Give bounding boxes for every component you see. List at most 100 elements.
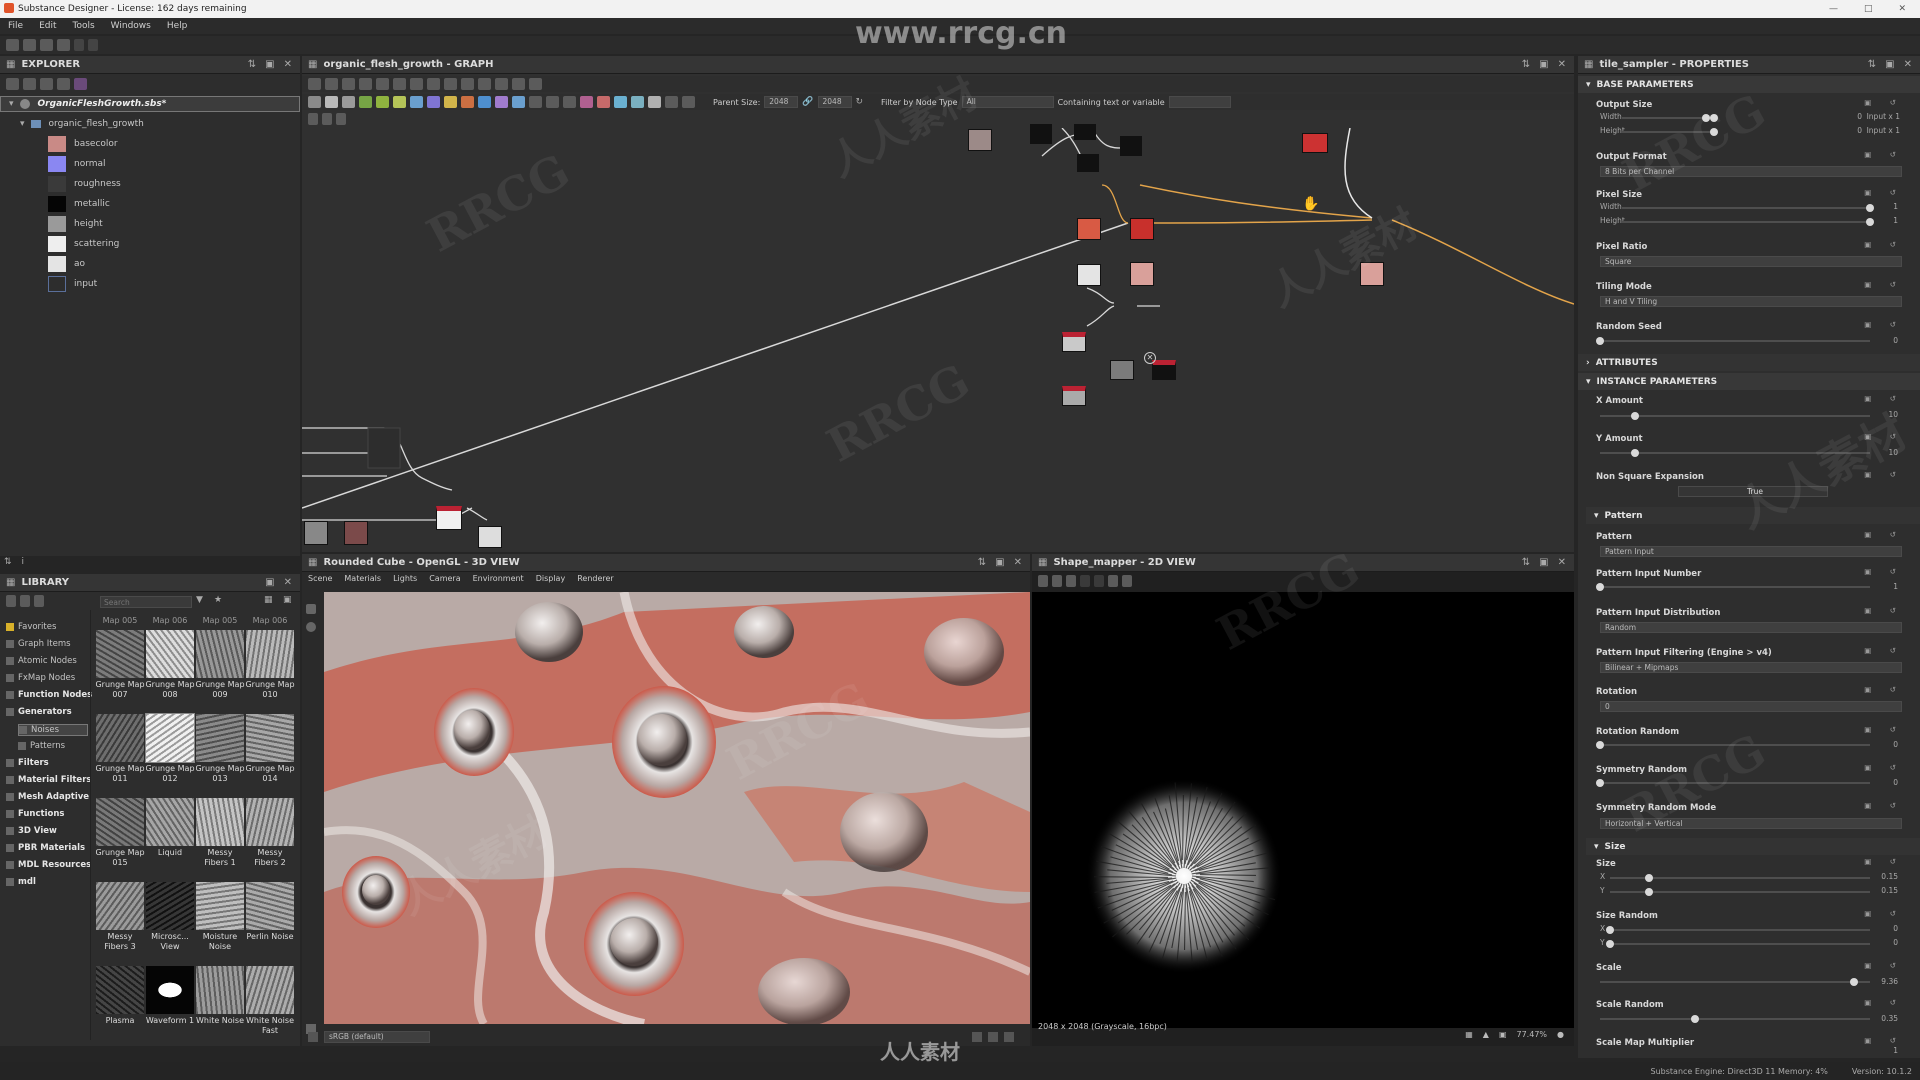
library-category[interactable]: Functions (6, 809, 64, 819)
info-icon[interactable]: i (22, 557, 25, 567)
close-panel-icon[interactable]: ✕ (1558, 557, 1566, 568)
size-select[interactable]: 2048 (817, 96, 852, 108)
scale-slider[interactable] (1600, 978, 1870, 986)
graph-node[interactable] (1062, 332, 1086, 352)
rotation-random-slider[interactable] (1596, 741, 1870, 749)
param-icons[interactable]: ▣ ↺ (1864, 150, 1904, 159)
minimize-icon[interactable]: — (1829, 4, 1838, 14)
library-add-icon[interactable] (20, 595, 30, 607)
graph-node[interactable] (1360, 262, 1384, 286)
output-row[interactable]: scattering (0, 236, 300, 252)
output-row[interactable]: input (0, 276, 300, 292)
output-row[interactable]: basecolor (0, 136, 300, 152)
link-nodes-icon[interactable] (444, 78, 457, 90)
base-parameters-header[interactable]: ▾ BASE PARAMETERS (1578, 76, 1920, 93)
scale-random-slider[interactable] (1600, 1015, 1870, 1023)
node-icon[interactable] (631, 96, 644, 108)
output-height-slider[interactable] (1622, 128, 1718, 136)
pin-node-icon[interactable] (461, 78, 474, 90)
tiling-mode-select[interactable]: H and V Tiling (1600, 296, 1902, 307)
slider-knob[interactable] (1606, 926, 1614, 934)
pixel-width-slider[interactable] (1622, 204, 1874, 212)
float-icon[interactable]: ▣ (265, 577, 274, 588)
node-icon[interactable] (614, 96, 627, 108)
node-icon[interactable] (308, 96, 321, 108)
slider-knob[interactable] (1645, 888, 1653, 896)
output-row[interactable]: roughness (0, 176, 300, 192)
menu-camera[interactable]: Camera (429, 574, 460, 583)
size-x-slider[interactable] (1610, 874, 1870, 882)
graph-row[interactable]: ▾ organic_flesh_growth (0, 116, 300, 132)
slider-knob[interactable] (1606, 940, 1614, 948)
param-icons[interactable]: ▣ ↺ (1864, 725, 1904, 734)
import-icon[interactable] (23, 78, 36, 90)
pin-toggle-icon[interactable] (322, 113, 332, 125)
pattern-input-number-slider[interactable] (1596, 583, 1870, 591)
menu-scene[interactable]: Scene (308, 574, 332, 583)
close-panel-icon[interactable]: ✕ (284, 59, 292, 70)
light-icon[interactable] (306, 622, 316, 632)
pin-icon[interactable]: ⇅ (1868, 59, 1876, 70)
node-icon[interactable] (597, 96, 610, 108)
node-icon[interactable] (342, 96, 355, 108)
pin-icon[interactable]: ⇅ (1522, 557, 1530, 568)
float-icon[interactable]: ▣ (265, 59, 274, 70)
library-category[interactable]: Mesh Adaptive (6, 792, 89, 802)
close-panel-icon[interactable]: ✕ (1904, 59, 1912, 70)
output-format-select[interactable]: 8 Bits per Channel (1600, 166, 1902, 177)
slider-knob[interactable] (1690, 1015, 1699, 1023)
link-icon[interactable]: 🔗 (802, 97, 813, 107)
library-category[interactable]: Material Filters (6, 775, 91, 785)
channel-icon[interactable] (1094, 575, 1104, 587)
attributes-header[interactable]: › ATTRIBUTES (1578, 354, 1920, 371)
pattern-header[interactable]: ▾ Pattern (1586, 507, 1920, 524)
frame-icon[interactable] (308, 78, 321, 90)
library-thumbnail[interactable] (196, 966, 244, 1014)
graph-node[interactable] (1130, 218, 1154, 240)
collapse-icon[interactable]: ▣ (283, 595, 292, 605)
output-row[interactable]: normal (0, 156, 300, 172)
save-icon[interactable] (57, 39, 70, 51)
node-icon[interactable] (682, 96, 695, 108)
param-icons[interactable]: ▣ ↺ (1864, 188, 1904, 197)
menu-file[interactable]: File (8, 21, 23, 31)
export-icon[interactable] (40, 78, 53, 90)
slider-knob[interactable] (1866, 218, 1874, 226)
menu-help[interactable]: Help (167, 21, 188, 31)
pin-icon[interactable]: ⇅ (1522, 59, 1530, 70)
close-icon[interactable]: ✕ (1898, 4, 1906, 14)
param-icons[interactable]: ▣ ↺ (1864, 646, 1904, 655)
param-icons[interactable]: ▣ ↺ (1864, 320, 1904, 329)
pin-icon[interactable]: ⇅ (248, 59, 256, 70)
library-category[interactable]: MDL Resources (6, 860, 91, 870)
param-icons[interactable]: ▣ ↺ (1864, 801, 1904, 810)
node-settings-icon[interactable]: ✕ (1144, 352, 1156, 364)
output-row[interactable]: ao (0, 256, 300, 272)
param-icons[interactable]: ▣ ↺ (1864, 909, 1904, 918)
display-icon[interactable] (972, 1032, 982, 1042)
library-edit-icon[interactable] (34, 595, 44, 607)
library-thumbnail[interactable] (96, 714, 144, 762)
library-thumbnail[interactable] (196, 798, 244, 846)
menu-edit[interactable]: Edit (39, 21, 56, 31)
filter-select[interactable]: All (961, 96, 1054, 108)
slider-knob[interactable] (1866, 204, 1874, 212)
param-icons[interactable]: ▣ ↺ (1864, 394, 1904, 403)
library-thumbnail[interactable] (96, 798, 144, 846)
param-icons[interactable]: ▣ ↺ (1864, 530, 1904, 539)
node-icon[interactable] (529, 96, 542, 108)
symmetry-mode-select[interactable]: Horizontal + Vertical (1600, 818, 1902, 829)
library-category[interactable]: Function Nodes (6, 690, 92, 700)
pattern-filtering-select[interactable]: Bilinear + Mipmaps (1600, 662, 1902, 673)
graph-node[interactable] (1302, 133, 1328, 153)
toggle-icon[interactable] (308, 113, 318, 125)
lock-icon[interactable]: ● (1557, 1030, 1564, 1039)
param-icons[interactable]: ▣ ↺ (1864, 998, 1904, 1007)
align-icon[interactable] (393, 78, 406, 90)
slider-knob[interactable] (1849, 978, 1858, 986)
graph-node[interactable] (1152, 360, 1176, 380)
node-icon[interactable] (461, 96, 474, 108)
redo-icon[interactable] (88, 39, 98, 51)
float-icon[interactable]: ▣ (1539, 557, 1548, 568)
hierarchy-icon[interactable]: ⇅ (4, 557, 12, 567)
